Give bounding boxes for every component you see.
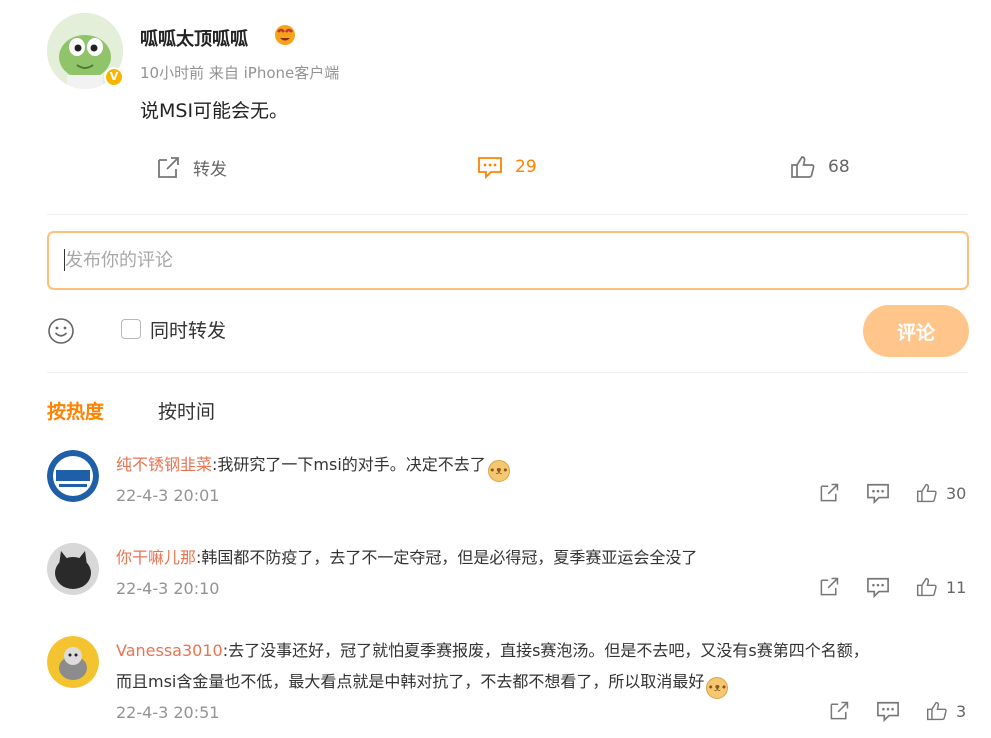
- also-repost-checkbox[interactable]: [121, 319, 141, 339]
- comment-like-count: 3: [956, 701, 967, 721]
- repost-icon: [155, 156, 181, 180]
- doge-emoji-icon: •ᴥ•: [487, 460, 510, 482]
- repost-button[interactable]: 转发: [155, 155, 227, 180]
- tab-sort-by-hot[interactable]: 按热度: [47, 397, 104, 424]
- comment-text: Vanessa3010:去了没事还好，冠了就怕夏季赛报废，直接s赛泡汤。但是不去…: [116, 637, 869, 661]
- comment-icon: [477, 155, 503, 179]
- emoji-picker-icon[interactable]: [47, 317, 75, 345]
- repost-icon[interactable]: [828, 700, 850, 722]
- like-count: 68: [828, 157, 850, 177]
- comment-like-count: 11: [946, 577, 967, 597]
- commenter-name[interactable]: Vanessa3010: [116, 641, 223, 660]
- commenter-avatar[interactable]: [47, 450, 99, 502]
- comment-text: 纯不锈钢韭菜:我研究了一下msi的对手。决定不去了 •ᴥ•: [116, 451, 510, 482]
- comment-icon[interactable]: [866, 482, 890, 504]
- commenter-avatar[interactable]: [47, 543, 99, 595]
- tab-sort-by-time[interactable]: 按时间: [158, 397, 215, 424]
- like-button[interactable]: 68: [790, 155, 850, 179]
- submit-comment-button[interactable]: 评论: [863, 305, 969, 357]
- post-meta: 10小时前 来自 iPhone客户端: [140, 64, 340, 82]
- comment-like-count: 30: [946, 483, 967, 503]
- comment-icon[interactable]: [876, 700, 900, 722]
- comment-button[interactable]: 29: [477, 155, 537, 179]
- comment-time: 22-4-3 20:01: [116, 486, 220, 505]
- doge-emoji-icon: •ᴥ•: [706, 677, 729, 699]
- vip-emoji-icon: [273, 24, 297, 51]
- comment-time: 22-4-3 20:10: [116, 579, 220, 598]
- post-author-name[interactable]: 呱呱太顶呱呱: [140, 25, 248, 51]
- comment-input[interactable]: [49, 233, 967, 288]
- divider: [47, 372, 968, 373]
- repost-label: 转发: [193, 160, 227, 180]
- divider: [47, 214, 968, 215]
- comment-body: 而且msi含金量也不低，最大看点就是中韩对抗了，不去都不想看了，所以取消最好: [116, 672, 705, 691]
- comment-actions: 3: [828, 700, 966, 722]
- comment-count: 29: [515, 157, 537, 177]
- comment-time: 22-4-3 20:51: [116, 703, 220, 722]
- comment-actions: 11: [818, 576, 966, 598]
- comment-input-box[interactable]: [47, 231, 969, 290]
- comment-text: 你干嘛儿那:韩国都不防疫了，去了不一定夺冠，但是必得冠，夏季赛亚运会全没了: [116, 544, 697, 568]
- post-text: 说MSI可能会无。: [140, 100, 289, 122]
- commenter-name[interactable]: 纯不锈钢韭菜: [116, 455, 212, 474]
- verified-badge-icon: V: [104, 67, 124, 87]
- thumbs-up-icon: [790, 155, 816, 179]
- commenter-name[interactable]: 你干嘛儿那: [116, 548, 196, 567]
- repost-icon[interactable]: [818, 482, 840, 504]
- comment-actions: 30: [818, 482, 966, 504]
- comment-body: :我研究了一下msi的对手。决定不去了: [212, 455, 486, 474]
- repost-icon[interactable]: [818, 576, 840, 598]
- comment-body: :韩国都不防疫了，去了不一定夺冠，但是必得冠，夏季赛亚运会全没了: [196, 548, 698, 567]
- thumbs-up-icon[interactable]: [916, 576, 938, 598]
- also-repost-label[interactable]: 同时转发: [150, 316, 226, 343]
- comment-text-continued: 而且msi含金量也不低，最大看点就是中韩对抗了，不去都不想看了，所以取消最好 •ᴥ…: [116, 668, 729, 699]
- thumbs-up-icon[interactable]: [926, 700, 948, 722]
- thumbs-up-icon[interactable]: [916, 482, 938, 504]
- comment-icon[interactable]: [866, 576, 890, 598]
- comment-body: :去了没事还好，冠了就怕夏季赛报废，直接s赛泡汤。但是不去吧，又没有s赛第四个名…: [222, 641, 869, 660]
- commenter-avatar[interactable]: [47, 636, 99, 688]
- text-caret: [64, 249, 65, 271]
